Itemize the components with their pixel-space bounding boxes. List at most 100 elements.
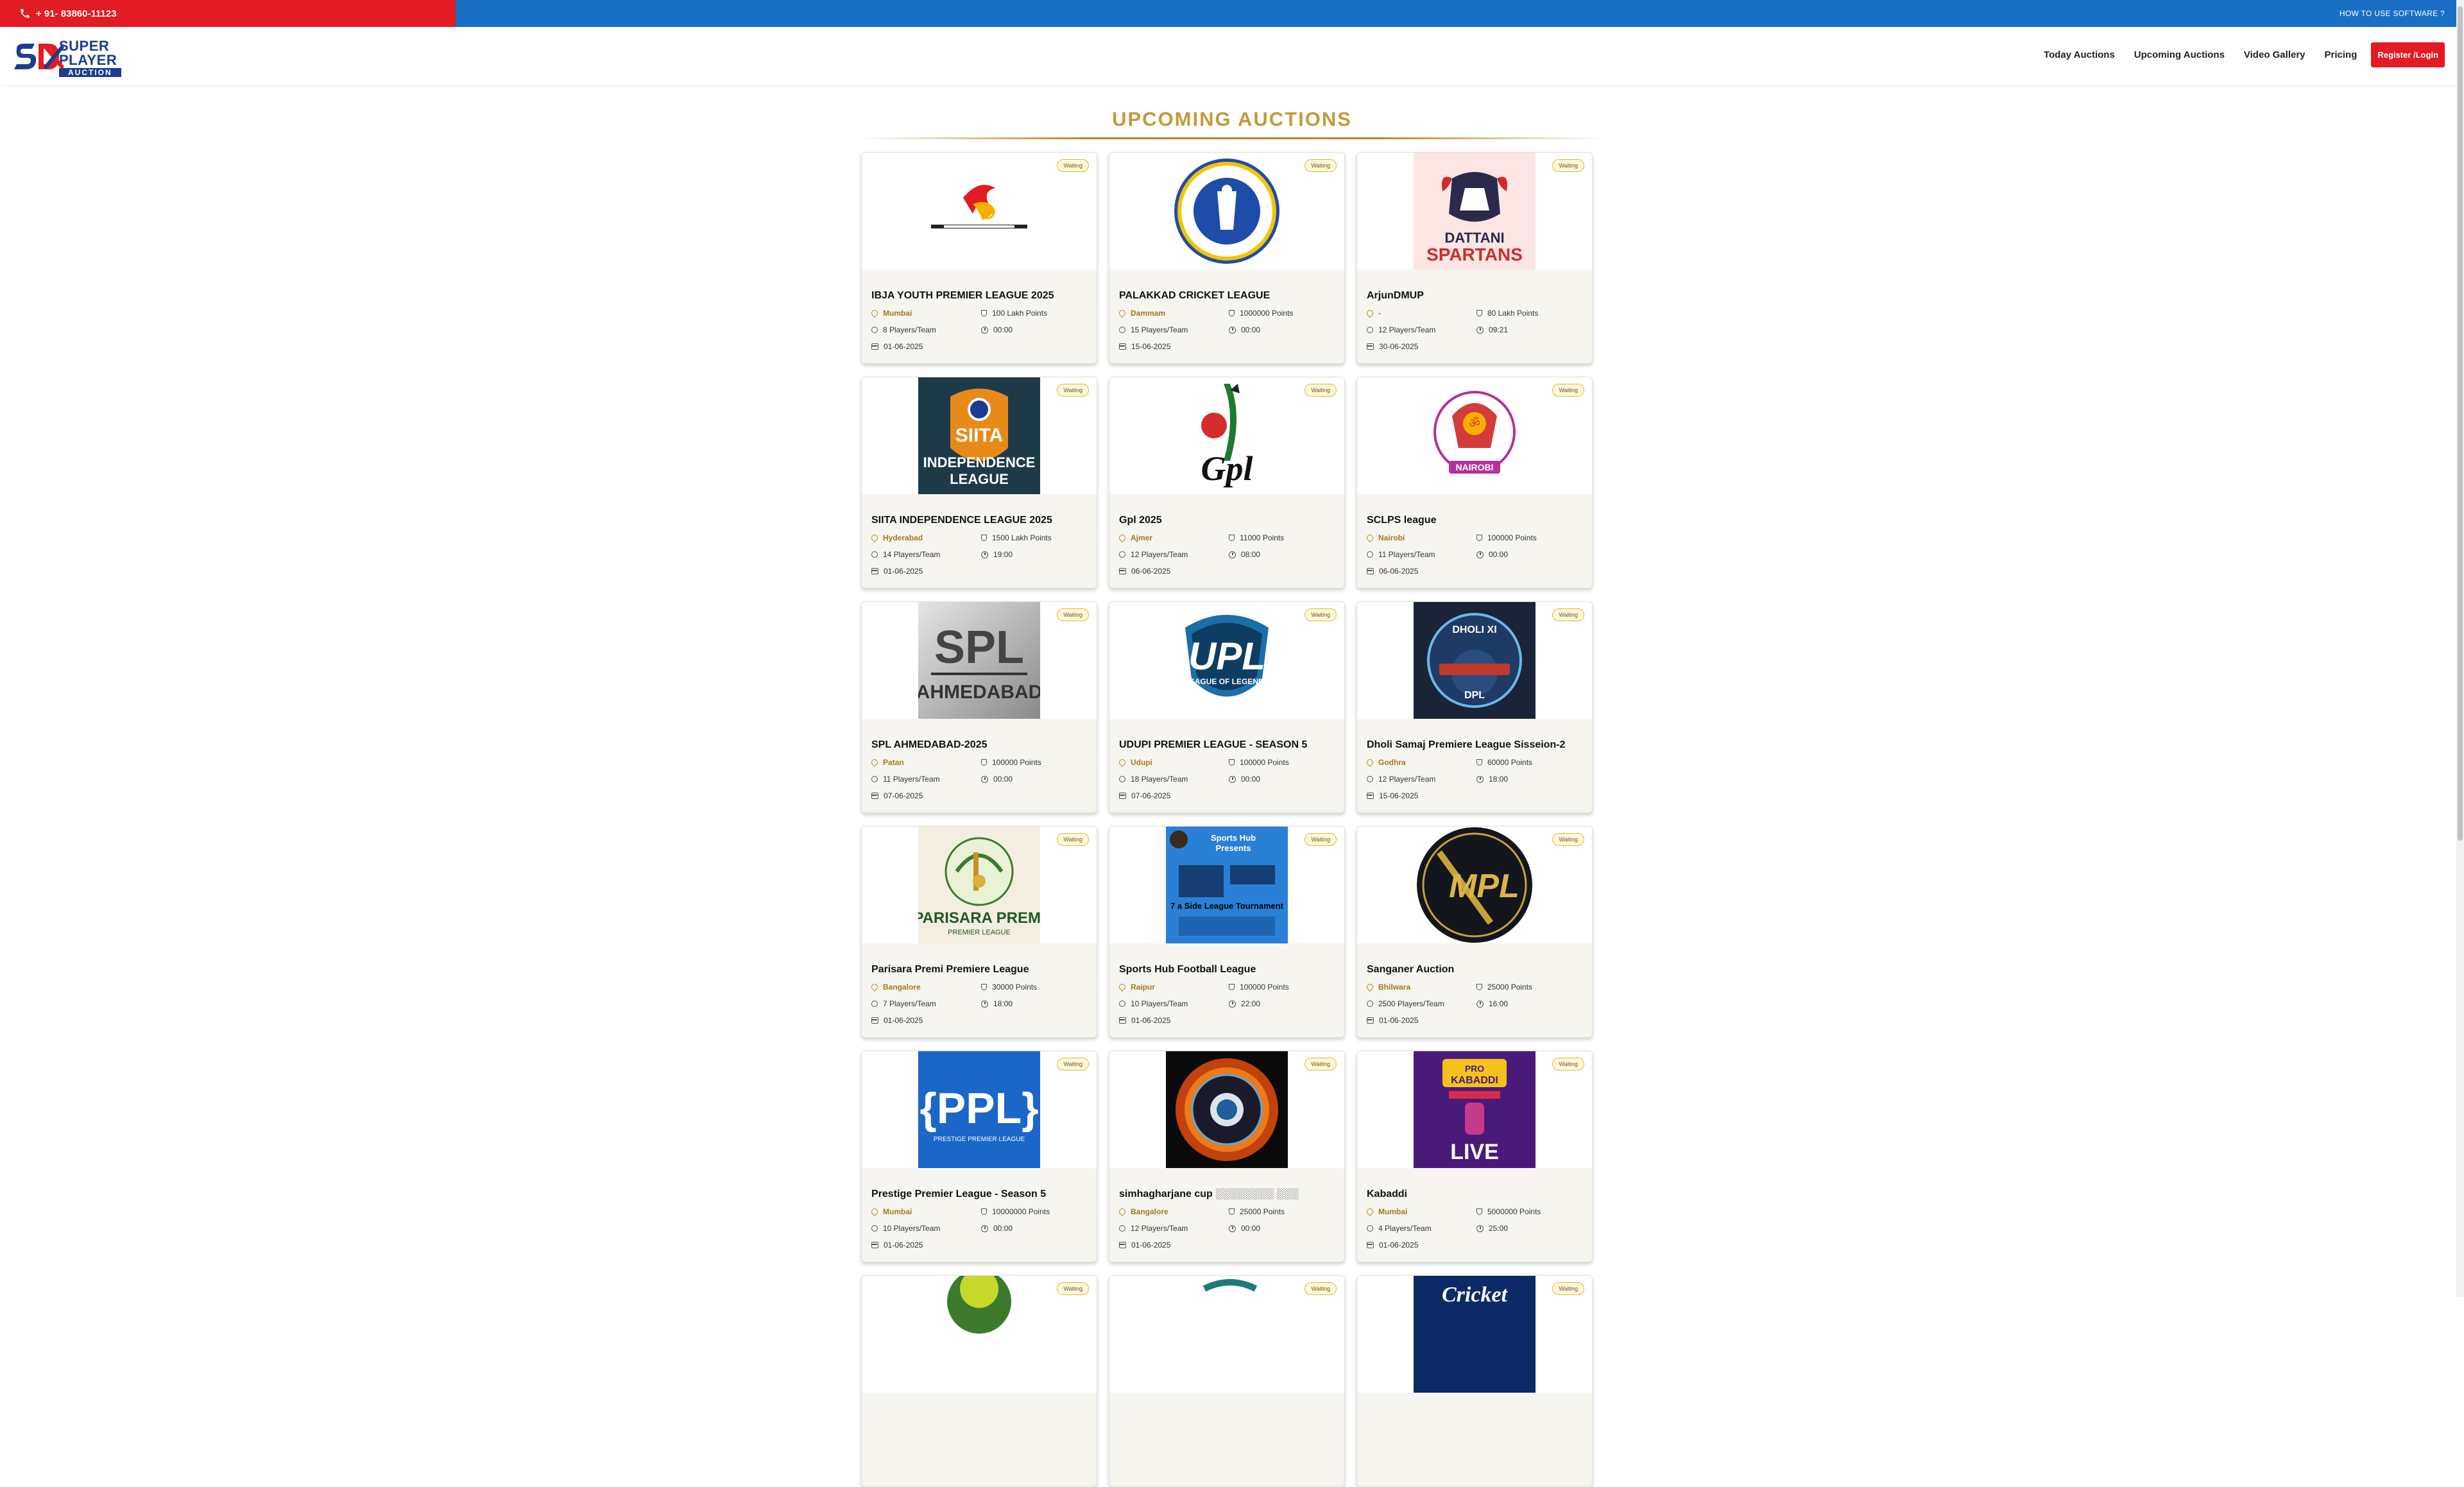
auction-card[interactable]: MPL Waiting Sanganer Auction Bhilwara 25… [1356,826,1593,1038]
auction-card[interactable]: SPL AHMEDABAD Waiting SPL AHMEDABAD-2025 … [861,601,1097,813]
status-badge: Waiting [1057,159,1089,172]
clock-icon [1476,775,1484,783]
time-label: 00:00 [993,1224,1013,1233]
location-pin-icon [1365,1207,1375,1217]
time-label: 18:00 [1489,775,1509,784]
auction-title[interactable]: UDUPI PREMIER LEAGUE - SEASON 5 [1119,739,1307,751]
svg-text:Presents: Presents [1216,843,1251,853]
svg-text:DATTANI: DATTANI [1444,230,1504,246]
auction-card[interactable]: Cricket Waiting [1356,1275,1593,1487]
auction-title[interactable]: Gpl 2025 [1119,515,1162,526]
points-icon [1476,310,1482,316]
players-label: 12 Players/Team [1131,550,1188,559]
players-label: 18 Players/Team [1131,775,1188,784]
auction-title[interactable]: SIITA INDEPENDENCE LEAGUE 2025 [871,515,1052,526]
players-label: 11 Players/Team [1378,550,1435,559]
location-label: Bangalore [883,983,921,992]
calendar-icon [1119,793,1126,799]
players-icon [871,1001,878,1007]
calendar-icon [1119,1242,1126,1248]
time-label: 08:00 [1241,550,1261,559]
auction-card[interactable]: SIITA INDEPENDENCE LEAGUE Waiting SIITA IN… [861,377,1097,589]
nav-pricing[interactable]: Pricing [2325,49,2357,60]
status-badge: Waiting [1305,1058,1337,1070]
svg-text:PREMIER LEAGUE: PREMIER LEAGUE [948,929,1011,936]
date-label: 01-06-2025 [884,342,923,351]
clock-icon [1476,326,1484,334]
auction-title[interactable]: Prestige Premier League - Season 5 [871,1189,1046,1200]
points-label: 100000 Points [992,758,1041,767]
auction-card[interactable]: Sports Hub Presents 7 a Side League Tourna… [1109,826,1345,1038]
page-title: UPCOMING AUCTIONS [1112,108,1352,130]
auction-card[interactable]: Gpl Waiting Gpl 2025 Ajmer 11000 Points … [1109,377,1345,589]
auction-card[interactable]: ॐ NAIROBI Waiting SCLPS league Nairobi 10… [1356,377,1593,589]
help-link[interactable]: HOW TO USE SOFTWARE ? [2340,9,2445,18]
auction-card[interactable]: Waiting [861,1275,1097,1487]
points-label: 25000 Points [1487,983,1533,992]
time-label: 00:00 [1241,1224,1261,1233]
auction-title[interactable]: Kabaddi [1367,1189,1407,1200]
players-icon [1119,327,1125,333]
auction-title[interactable]: PALAKKAD CRICKET LEAGUE [1119,290,1270,302]
points-label: 1500 Lakh Points [992,533,1052,542]
players-icon [1367,1001,1373,1007]
brand-line3: AUCTION [59,67,121,77]
svg-text:SPARTANS: SPARTANS [1426,245,1523,264]
date-label: 01-06-2025 [1379,1016,1419,1025]
auction-card[interactable]: PARISARA PREMI PREMIER LEAGUE Waiting Par… [861,826,1097,1038]
location-pin-icon [869,757,880,768]
location-label: Bangalore [1131,1207,1168,1216]
svg-text:Gpl: Gpl [1201,449,1253,488]
svg-text:{PPL}: {PPL} [920,1084,1038,1133]
clock-icon [1229,775,1236,783]
auction-title[interactable]: Sanganer Auction [1367,964,1454,976]
date-label: 07-06-2025 [1131,791,1171,800]
location-label: Udupi [1131,758,1152,767]
auction-card[interactable]: PRO KABADDI LIVE Waiting Kabaddi Mumbai 50… [1356,1051,1593,1262]
auction-card[interactable]: DHOLI XI DPL Waiting Dholi Samaj Premiere… [1356,601,1593,813]
site-logo[interactable]: SUPER PLAYER AUCTION [13,39,144,77]
date-label: 06-06-2025 [1131,567,1171,576]
nav-today-auctions[interactable]: Today Auctions [2044,49,2115,60]
auction-title[interactable]: SCLPS league [1367,515,1436,526]
time-label: 09:21 [1489,325,1509,334]
auction-card[interactable]: Waiting [1109,1275,1345,1487]
auction-title[interactable]: Dholi Samaj Premiere League Sisseion-2 [1367,739,1565,751]
svg-text:INDEPENDENCE: INDEPENDENCE [923,454,1036,470]
status-badge: Waiting [1305,608,1337,621]
auction-title[interactable]: IBJA YOUTH PREMIER LEAGUE 2025 [871,290,1054,302]
calendar-icon [1367,793,1374,799]
clock-icon [1229,1225,1236,1232]
page-scrollbar[interactable] [2456,0,2464,1297]
register-login-button[interactable]: Register /Login [2371,42,2445,67]
scrollbar-thumb[interactable] [2458,6,2463,841]
players-label: 10 Players/Team [883,1224,941,1233]
time-label: 00:00 [1489,550,1509,559]
location-pin-icon [1365,533,1375,543]
time-label: 25:00 [1489,1224,1509,1233]
calendar-icon [1367,1017,1374,1024]
location-label: - [1378,309,1381,318]
auction-title[interactable]: Sports Hub Football League [1119,964,1256,976]
auction-card[interactable]: Waiting IBJA YOUTH PREMIER LEAGUE 2025 M… [861,152,1097,364]
nav-upcoming-auctions[interactable]: Upcoming Auctions [2134,49,2225,60]
status-badge: Waiting [1057,1282,1089,1295]
date-label: 15-06-2025 [1379,791,1419,800]
auction-card[interactable]: Waiting simhagharjane cup ░░░░░░░░ ░░░ B… [1109,1051,1345,1262]
auction-card[interactable]: Waiting PALAKKAD CRICKET LEAGUE Dammam 1… [1109,152,1345,364]
time-label: 16:00 [1489,999,1509,1008]
auction-title[interactable]: simhagharjane cup ░░░░░░░░ ░░░ [1119,1189,1298,1200]
location-pin-icon [1365,308,1375,318]
auction-card[interactable]: UPL LEAGUE OF LEGENDS Waiting UDUPI PREMI… [1109,601,1345,813]
phone-contact[interactable]: + 91- 83860-11123 [0,0,456,27]
auction-title[interactable]: SPL AHMEDABAD-2025 [871,739,987,751]
players-icon [1367,327,1373,333]
auction-title[interactable]: Parisara Premi Premiere League [871,964,1029,976]
nav-video-gallery[interactable]: Video Gallery [2244,49,2306,60]
points-icon [1476,535,1482,541]
points-label: 10000000 Points [992,1207,1050,1216]
auction-card[interactable]: {PPL} PRESTIGE PREMIER LEAGUE Waiting Pre… [861,1051,1097,1262]
auction-card[interactable]: DATTANI SPARTANS Waiting ArjunDMUP - 80 L… [1356,152,1593,364]
players-label: 12 Players/Team [1378,775,1436,784]
auction-title[interactable]: ArjunDMUP [1367,290,1424,302]
